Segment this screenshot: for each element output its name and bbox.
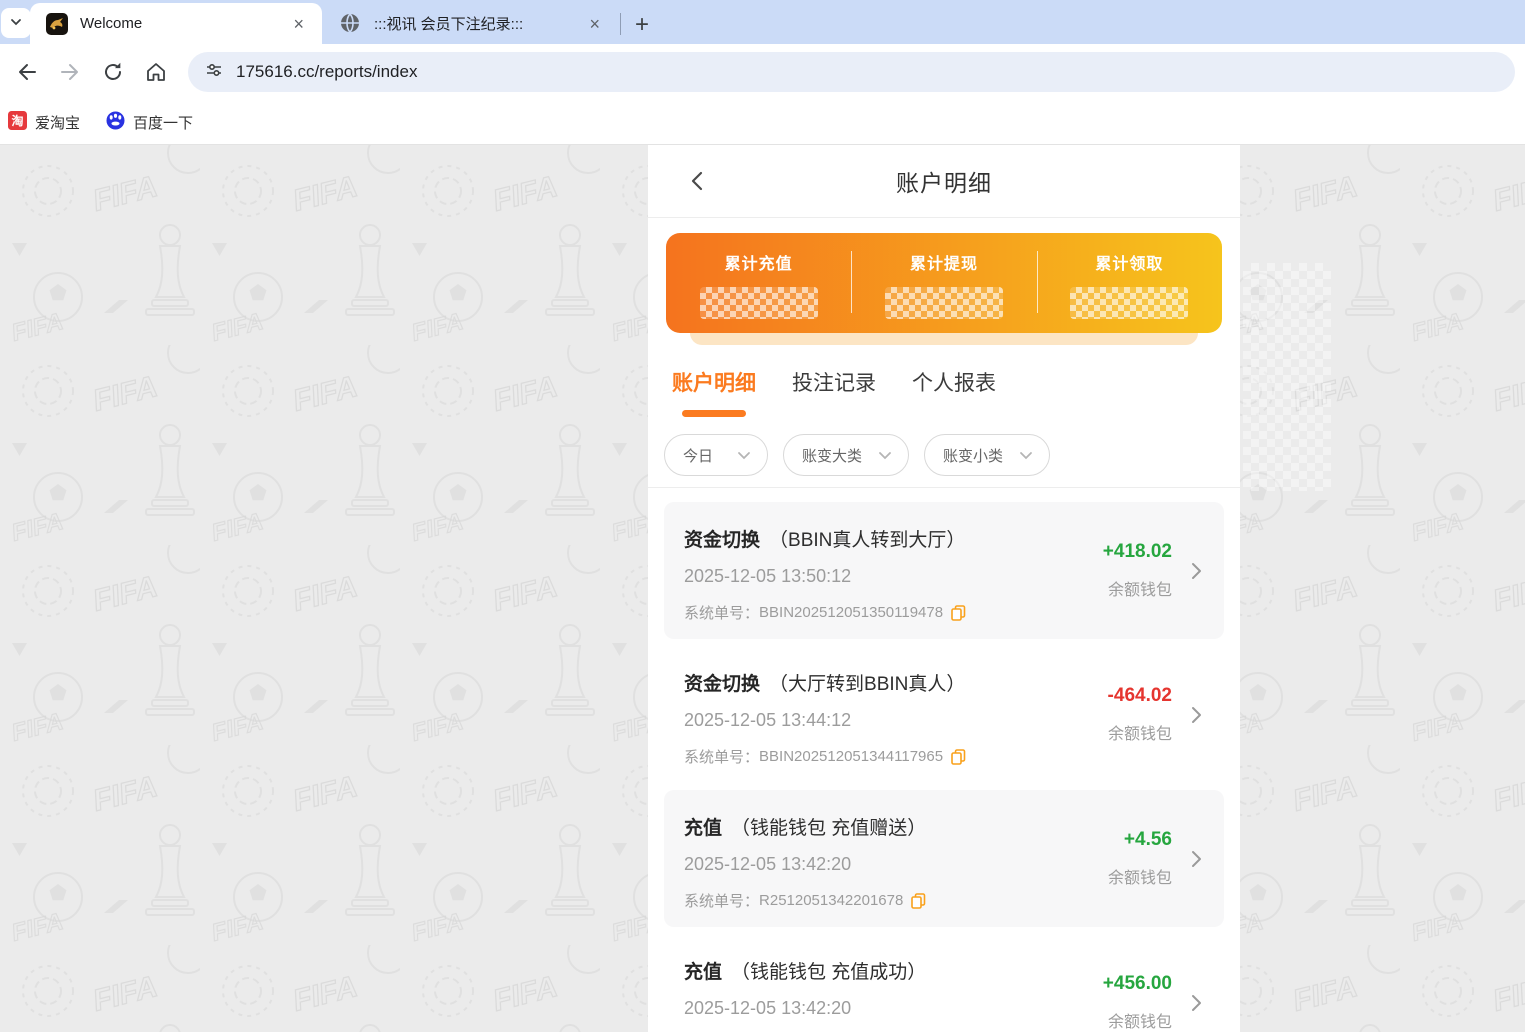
forward-icon[interactable] <box>53 55 87 89</box>
tab-account-detail[interactable]: 账户明细 <box>672 367 756 417</box>
summary-divider <box>851 251 853 313</box>
browser-window: Welcome × :::视讯 会员下注纪录::: × + 175616.cc/… <box>0 0 1525 1032</box>
tab-strip-divider <box>620 13 621 35</box>
tab-close-icon[interactable]: × <box>585 13 604 35</box>
wallet-label: 余额钱包 <box>1107 870 1172 887</box>
reload-icon[interactable] <box>96 55 130 89</box>
transaction-amount-block: +418.02 余额钱包 <box>1103 502 1172 639</box>
amount: +456.00 <box>1102 973 1172 994</box>
chevron-right-icon[interactable] <box>1184 559 1208 586</box>
censored-value <box>1070 287 1189 319</box>
filter-major-category[interactable]: 账变大类 <box>783 434 910 476</box>
summary-total-claimed: 累计领取 <box>1037 233 1222 333</box>
summary-label: 累计提现 <box>909 256 978 273</box>
copy-icon[interactable] <box>951 748 966 765</box>
summary-card: 累计充值 累计提现 累计领取 <box>666 233 1222 333</box>
chevron-right-icon[interactable] <box>1184 703 1208 730</box>
section-tabs: 账户明细 投注记录 个人报表 <box>648 345 1240 417</box>
amount: +418.02 <box>1102 541 1172 562</box>
amount: -464.02 <box>1107 685 1172 706</box>
taobao-icon: 淘 <box>8 111 27 133</box>
copy-icon[interactable] <box>911 892 926 909</box>
summary-label: 累计领取 <box>1095 256 1164 273</box>
url-text[interactable]: 175616.cc/reports/index <box>236 62 417 82</box>
chevron-right-icon[interactable] <box>1184 847 1208 874</box>
tab-bet-records[interactable]: 投注记录 <box>792 367 876 397</box>
filter-date[interactable]: 今日 <box>664 434 768 476</box>
back-chevron-icon[interactable] <box>676 145 720 217</box>
transaction-row[interactable]: 资金切换 （大厅转到BBIN真人） 2025-12-05 13:44:12 系统单… <box>664 646 1224 783</box>
copy-icon[interactable] <box>951 604 966 621</box>
home-icon[interactable] <box>139 55 173 89</box>
censored-value <box>699 287 818 319</box>
summary-card-shadow <box>690 333 1198 345</box>
new-tab-button[interactable]: + <box>627 13 657 37</box>
transaction-list: 资金切换 （BBIN真人转到大厅） 2025-12-05 13:50:12 系统单… <box>648 488 1240 1032</box>
account-detail-panel: 账户明细 累计充值 累计提现 累计领取 账户明细 投注记录 个人报表 今日 账变… <box>648 145 1240 1032</box>
url-bar[interactable]: 175616.cc/reports/index <box>188 52 1515 92</box>
transaction-amount-block: -464.02 余额钱包 <box>1108 646 1172 783</box>
transaction-row[interactable]: 充值（钱能钱包 充值成功） 2025-12-05 13:42:20 系统单号：R… <box>664 934 1224 1032</box>
tab-personal-report[interactable]: 个人报表 <box>912 367 996 397</box>
page-title: 账户明细 <box>896 170 992 196</box>
bookmark-baidu[interactable]: 百度一下 <box>106 111 193 133</box>
gold-lion-favicon <box>46 12 68 35</box>
tab-search-button[interactable] <box>1 8 31 38</box>
site-info-icon[interactable] <box>204 60 224 85</box>
summary-label: 累计充值 <box>724 256 793 273</box>
bookmarks-bar: 淘 爱淘宝 百度一下 <box>0 100 1525 145</box>
tab-title: Welcome <box>80 15 143 32</box>
summary-divider <box>1036 251 1038 313</box>
transaction-row[interactable]: 资金切换 （BBIN真人转到大厅） 2025-12-05 13:50:12 系统单… <box>664 502 1224 639</box>
globe-icon <box>340 12 362 35</box>
svg-text:淘: 淘 <box>11 113 23 128</box>
censored-value <box>884 287 1003 319</box>
chevron-down-icon <box>9 15 23 32</box>
tab-betting-records[interactable]: :::视讯 会员下注纪录::: × <box>322 3 618 44</box>
chevron-right-icon[interactable] <box>1184 991 1208 1018</box>
transaction-amount-block: +456.00 余额钱包 <box>1103 934 1172 1032</box>
summary-total-withdraw: 累计提现 <box>851 233 1036 333</box>
tab-title: :::视讯 会员下注纪录::: <box>374 16 524 33</box>
tab-close-icon[interactable]: × <box>289 13 308 35</box>
tab-strip: Welcome × :::视讯 会员下注纪录::: × + <box>0 0 1525 44</box>
wallet-label: 余额钱包 <box>1107 1014 1172 1031</box>
chevron-down-icon <box>737 448 751 463</box>
transaction-row[interactable]: 充值 （钱能钱包 充值赠送） 2025-12-05 13:42:20 系统单号： R… <box>664 790 1224 927</box>
chevron-down-icon <box>878 448 892 463</box>
transaction-amount-block: +4.56 余额钱包 <box>1108 790 1172 927</box>
wallet-label: 余额钱包 <box>1107 726 1172 743</box>
back-icon[interactable] <box>10 55 44 89</box>
baidu-icon <box>106 111 125 133</box>
chevron-down-icon <box>1019 448 1033 463</box>
filter-row: 今日 账变大类 账变小类 <box>648 417 1240 476</box>
filter-minor-category[interactable]: 账变小类 <box>924 434 1051 476</box>
page-content: FIFA FIFA 账户明细 累计充值 <box>0 145 1525 1032</box>
bookmark-label: 爱淘宝 <box>35 114 81 132</box>
bookmark-aitaobao[interactable]: 淘 爱淘宝 <box>8 111 80 133</box>
wallet-label: 余额钱包 <box>1107 582 1172 599</box>
bookmark-label: 百度一下 <box>133 114 194 132</box>
active-tab-underline <box>682 410 746 417</box>
tab-welcome[interactable]: Welcome × <box>30 3 322 44</box>
summary-total-deposit: 累计充值 <box>666 233 851 333</box>
panel-header: 账户明细 <box>648 145 1240 218</box>
censored-patch <box>1243 263 1331 491</box>
amount: +4.56 <box>1123 829 1172 850</box>
browser-toolbar: 175616.cc/reports/index <box>0 44 1525 100</box>
